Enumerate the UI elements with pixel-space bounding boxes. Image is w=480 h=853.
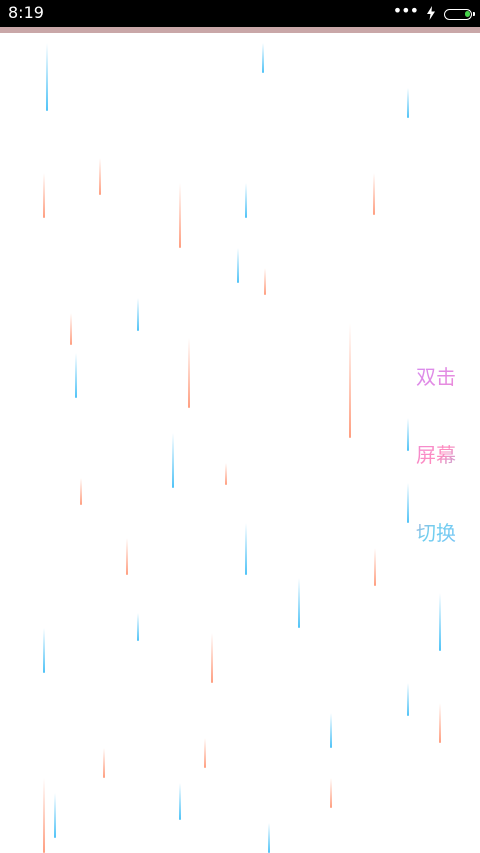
raindrop: [103, 748, 105, 778]
raindrop: [137, 613, 139, 641]
raindrop: [204, 738, 206, 768]
raindrop: [179, 783, 181, 820]
raindrop: [407, 418, 409, 451]
raindrop: [298, 578, 300, 628]
raindrop: [407, 88, 409, 118]
hint-line: 屏幕: [416, 443, 456, 467]
raindrop: [137, 298, 139, 331]
raindrop: [374, 548, 376, 586]
raindrop: [80, 478, 82, 505]
charging-bolt-icon: [426, 5, 436, 23]
raindrop: [46, 43, 48, 111]
status-icons: •••: [392, 1, 475, 23]
rain-screen[interactable]: 8:19 ••• 双击 屏幕 切换: [0, 0, 480, 853]
raindrop: [407, 683, 409, 716]
raindrop: [439, 703, 441, 743]
raindrop: [188, 338, 190, 408]
raindrop: [43, 628, 45, 673]
raindrop: [99, 158, 101, 195]
raindrop: [211, 633, 213, 683]
battery-icon: [444, 8, 475, 20]
hint-line: 切换: [416, 521, 456, 545]
raindrop: [179, 183, 181, 248]
raindrop: [330, 778, 332, 808]
raindrop: [330, 713, 332, 748]
double-tap-hint: 双击 屏幕 切换: [416, 312, 464, 598]
raindrop: [75, 353, 77, 398]
raindrop: [262, 43, 264, 73]
status-time: 8:19: [8, 3, 44, 22]
raindrop: [245, 183, 247, 218]
raindrop: [70, 313, 72, 345]
raindrop: [54, 793, 56, 838]
raindrop: [439, 593, 441, 651]
battery-level: [465, 10, 470, 17]
hint-line: 双击: [416, 365, 456, 389]
raindrop: [126, 538, 128, 575]
raindrop: [43, 778, 45, 853]
more-dots-icon: •••: [392, 1, 419, 20]
raindrop: [225, 463, 227, 485]
raindrop: [349, 323, 351, 438]
raindrop: [245, 523, 247, 575]
raindrop: [43, 173, 45, 218]
status-bar: 8:19 •••: [0, 0, 480, 27]
raindrop: [237, 248, 239, 283]
rain-animation[interactable]: [0, 33, 480, 853]
raindrop: [373, 173, 375, 215]
raindrop: [172, 433, 174, 488]
raindrop: [264, 268, 266, 295]
raindrop: [268, 823, 270, 853]
raindrop: [407, 483, 409, 523]
